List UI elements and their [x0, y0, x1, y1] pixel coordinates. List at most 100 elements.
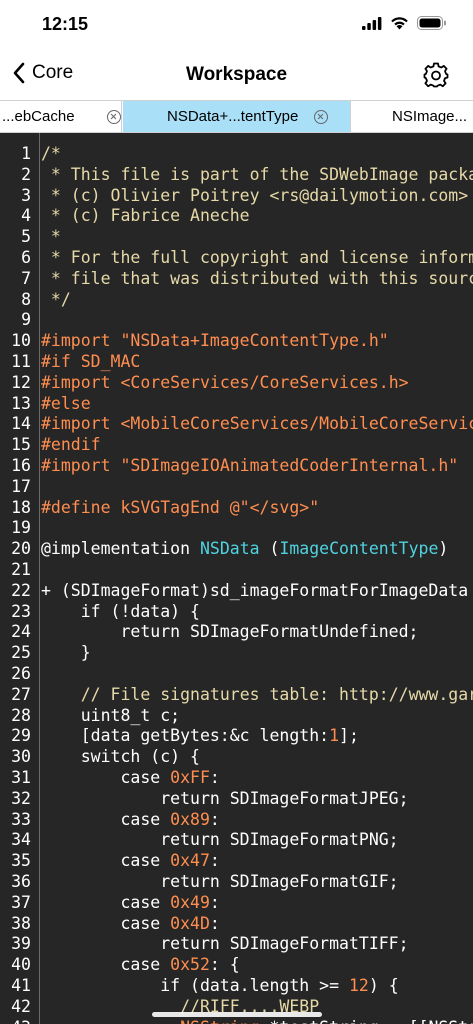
- code-line: 40 case 0x52: {: [0, 954, 473, 975]
- code-line: 28 uint8_t c;: [0, 705, 473, 726]
- line-number: 27: [11, 684, 31, 704]
- code-line: 36 return SDImageFormatGIF;: [0, 871, 473, 892]
- tab-sdwebcache[interactable]: ...ebCache: [0, 101, 122, 132]
- code-text: case 0xFF:: [41, 768, 220, 787]
- line-number: 20: [11, 539, 31, 559]
- code-line: 29 [data getBytes:&c length:1];: [0, 725, 473, 746]
- code-line: 31 case 0xFF:: [0, 767, 473, 788]
- home-indicator: [152, 1012, 322, 1017]
- code-line: 1 /*: [0, 143, 473, 164]
- code-line: 14 #import <MobileCoreServices/MobileCore…: [0, 413, 473, 434]
- line-number: 39: [11, 934, 31, 954]
- line-number: 15: [11, 435, 31, 455]
- code-text: #import <CoreServices/CoreServices.h>: [41, 372, 409, 392]
- code-line: 37 case 0x49:: [0, 892, 473, 913]
- page-title: Workspace: [185, 64, 288, 85]
- gear-icon: [423, 62, 449, 88]
- line-number: 32: [11, 788, 31, 808]
- code-text: switch (c) {: [41, 747, 200, 767]
- code-text: #define kSVGTagEnd @"</svg>": [41, 497, 320, 517]
- code-text: case 0x89:: [41, 809, 220, 829]
- code-line: 43 NSString *testString = [[NSString: [0, 1017, 473, 1024]
- code-line: 39 return SDImageFormatTIFF;: [0, 933, 473, 954]
- code-line: 4 * (c) Fabrice Aneche: [0, 205, 473, 226]
- status-bar: 12:15: [0, 0, 473, 50]
- code-text: #else: [41, 393, 91, 413]
- code-line: 7 * file that was distributed with this …: [0, 268, 473, 289]
- code-text: * (c) Olivier Poitrey <rs@dailymotion.co…: [41, 185, 469, 205]
- status-icons: [362, 16, 447, 30]
- code-line: 9: [0, 309, 473, 330]
- line-number: 10: [11, 331, 31, 351]
- line-number: 26: [11, 664, 31, 683]
- code-line: 3 * (c) Olivier Poitrey <rs@dailymotion.…: [0, 185, 473, 206]
- line-number: 29: [11, 726, 31, 746]
- code-line: 13 #else: [0, 393, 473, 414]
- code-text: }: [41, 643, 91, 663]
- line-number: 35: [11, 851, 31, 871]
- code-text: /*: [41, 144, 61, 163]
- line-number: 7: [21, 268, 31, 288]
- code-line: 19: [0, 517, 473, 538]
- code-line: 35 case 0x47:: [0, 850, 473, 871]
- line-number: 8: [21, 289, 31, 309]
- code-line: 22 + (SDImageFormat)sd_imageFormatForImag…: [0, 580, 473, 601]
- code-line: 34 return SDImageFormatPNG;: [0, 829, 473, 850]
- line-number: 42: [11, 996, 31, 1016]
- line-number: 2: [21, 164, 31, 184]
- code-line: 10 #import "NSData+ImageContentType.h": [0, 330, 473, 351]
- line-number: 41: [11, 976, 31, 995]
- line-number: 1: [21, 144, 31, 163]
- navigation-bar: Core Workspace: [0, 50, 473, 100]
- tab-label: NSImage...: [392, 108, 468, 125]
- code-text: #import "NSData+ImageContentType.h": [41, 331, 389, 351]
- code-line: 2 * This file is part of the SDWebImage …: [0, 164, 473, 185]
- line-number: 21: [11, 560, 31, 579]
- code-line: 23 if (!data) {: [0, 601, 473, 622]
- code-text: * This file is part of the SDWebImage pa…: [41, 164, 473, 184]
- line-number: 3: [21, 185, 31, 205]
- code-line: 12 #import <CoreServices/CoreServices.h>: [0, 372, 473, 393]
- code-line: 16 #import "SDImageIOAnimatedCoderInterna…: [0, 455, 473, 476]
- close-icon[interactable]: [314, 109, 329, 124]
- line-number: 25: [11, 643, 31, 663]
- line-number: 43: [0, 1017, 31, 1024]
- code-text: return SDImageFormatTIFF;: [41, 934, 409, 954]
- settings-button[interactable]: [423, 62, 449, 88]
- code-line: 11 #if SD_MAC: [0, 351, 473, 372]
- code-text: #import "SDImageIOAnimatedCoderInternal.…: [41, 456, 459, 475]
- code-line: 17: [0, 476, 473, 497]
- code-text: return SDImageFormatJPEG;: [41, 788, 409, 808]
- code-editor[interactable]: 1/* 2 * This file is part of the SDWebIma…: [0, 133, 473, 1024]
- code-line: 32 return SDImageFormatJPEG;: [0, 788, 473, 809]
- code-text: if (!data) {: [41, 601, 200, 621]
- line-number: 31: [11, 768, 31, 787]
- tab-nsdata-imagecontenttype[interactable]: NSData+...tentType: [123, 101, 351, 132]
- code-text: #if SD_MAC: [41, 352, 141, 371]
- code-line: 24 return SDImageFormatUndefined;: [0, 621, 473, 642]
- tab-label: ...ebCache: [2, 108, 75, 125]
- code-line: 27 // File signatures table: http://www.…: [0, 684, 473, 705]
- line-number: 16: [11, 456, 31, 475]
- close-icon[interactable]: [106, 109, 121, 124]
- code-text: * For the full copyright and license inf…: [50, 248, 473, 267]
- line-number: 23: [11, 601, 31, 621]
- battery-icon: [417, 16, 446, 30]
- tab-nsimage[interactable]: NSImage...: [352, 101, 473, 132]
- code-text: uint8_t c;: [41, 705, 181, 725]
- cellular-signal-icon: [362, 16, 382, 30]
- line-number: 40: [11, 955, 31, 975]
- line-number: 6: [21, 248, 31, 267]
- code-text: case 0x47:: [41, 851, 220, 871]
- code-line: 41 if (data.length >= 12) {: [0, 975, 473, 996]
- line-number: 13: [11, 393, 31, 413]
- code-text: *: [41, 227, 61, 247]
- code-line: 8 */: [0, 289, 473, 310]
- line-number: 38: [11, 913, 31, 933]
- line-number: 37: [11, 892, 31, 912]
- code-text: #import <MobileCoreServices/MobileCoreSe…: [41, 414, 473, 434]
- code-text: + (SDImageFormat)sd_imageFormatForImageD…: [41, 580, 469, 600]
- file-tab-bar: ...ebCache NSData+...tentType NSImage...: [0, 100, 473, 133]
- code-line: 38 case 0x4D:: [0, 913, 473, 934]
- code-line: 6 * For the full copyright and license i…: [0, 247, 473, 268]
